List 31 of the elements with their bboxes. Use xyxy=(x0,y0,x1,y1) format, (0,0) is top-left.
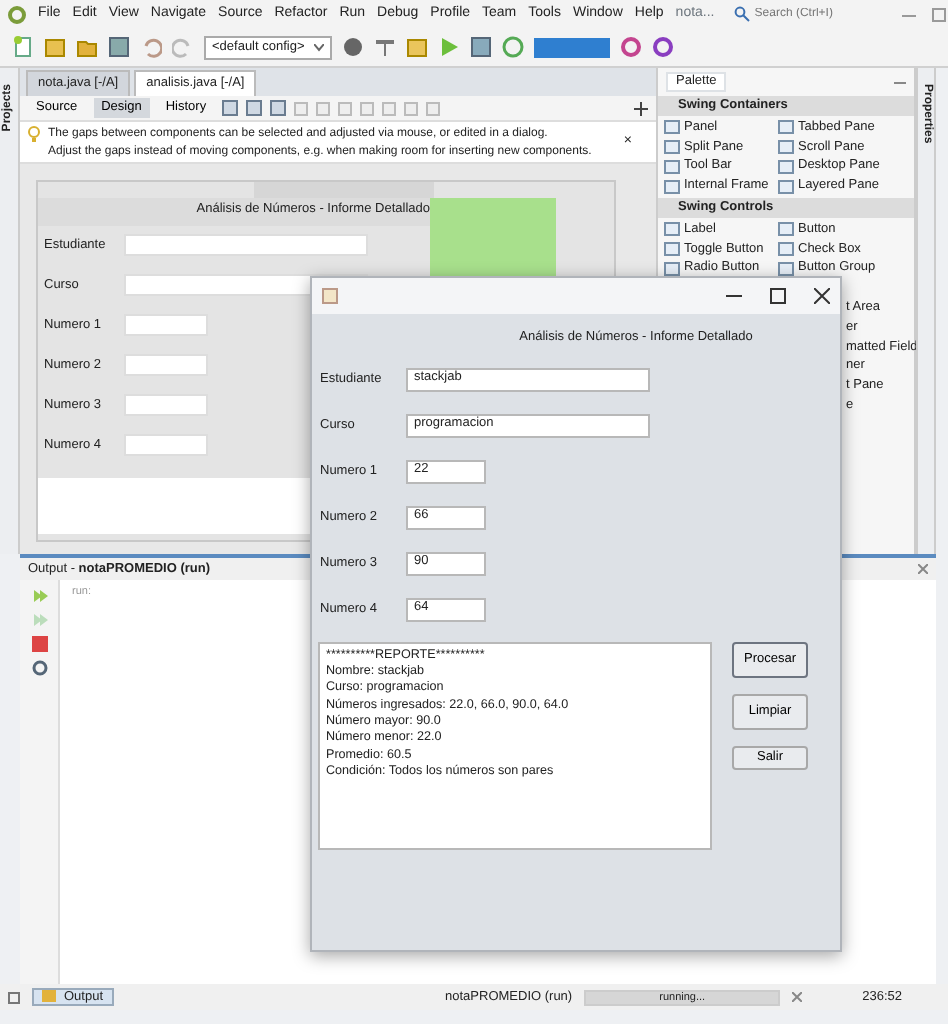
build-icon[interactable] xyxy=(406,36,428,58)
garbage-collect-icon[interactable] xyxy=(652,36,674,58)
restore-icon[interactable] xyxy=(8,991,20,1003)
caret-icon xyxy=(314,43,324,51)
lightbulb-icon xyxy=(28,126,40,144)
close-icon[interactable] xyxy=(814,288,830,304)
debug-icon[interactable] xyxy=(470,36,492,58)
text-field[interactable] xyxy=(124,394,208,417)
text-field[interactable] xyxy=(124,354,208,377)
undo-icon[interactable] xyxy=(140,36,162,58)
stop-icon[interactable] xyxy=(31,636,47,652)
text-field[interactable] xyxy=(124,434,208,457)
new-file-icon[interactable] xyxy=(12,36,34,58)
rerun-icon[interactable] xyxy=(31,588,47,604)
new-project-icon[interactable] xyxy=(44,36,66,58)
save-icon[interactable] xyxy=(108,36,130,58)
text-field[interactable] xyxy=(124,314,208,337)
maximize-icon[interactable] xyxy=(770,288,786,304)
profile-icon[interactable] xyxy=(502,36,524,58)
folder-icon[interactable] xyxy=(76,36,98,58)
redo-icon[interactable] xyxy=(172,36,194,58)
search-icon xyxy=(734,6,751,22)
highlighted-toolbar-icon[interactable] xyxy=(534,37,610,57)
play-icon[interactable] xyxy=(438,36,460,58)
settings-icon[interactable] xyxy=(31,660,47,676)
app-logo-icon xyxy=(8,5,26,23)
garbage-collect-icon[interactable] xyxy=(620,36,642,58)
text-field[interactable] xyxy=(124,234,368,257)
add-icon[interactable] xyxy=(634,101,648,115)
folder-icon xyxy=(42,990,56,1003)
java-icon xyxy=(322,288,338,304)
